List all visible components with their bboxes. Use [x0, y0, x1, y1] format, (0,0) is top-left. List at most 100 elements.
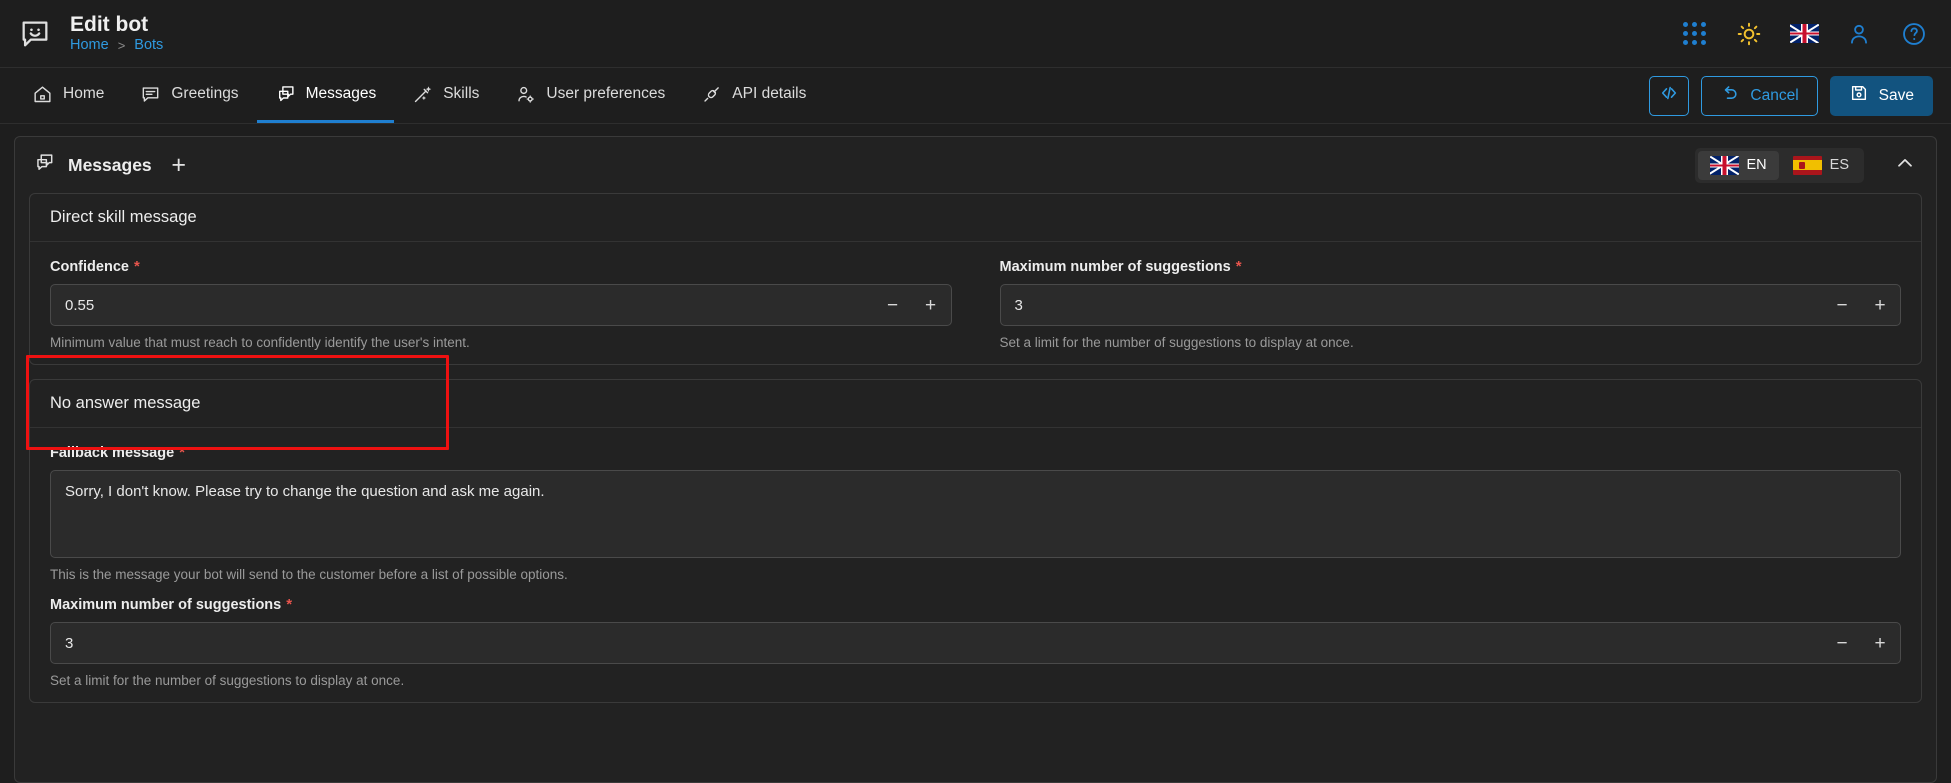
fallback-message-label: Fallback message *: [50, 444, 1901, 461]
breadcrumb-bots-link[interactable]: Bots: [134, 37, 163, 54]
messages-panel-title-label: Messages: [68, 154, 152, 175]
language-option-es[interactable]: ES: [1781, 151, 1861, 180]
plug-connector-icon: [701, 84, 722, 105]
language-switcher: EN ES: [1694, 147, 1864, 183]
speech-bubble-icon: [140, 84, 161, 105]
help-question-icon[interactable]: [1899, 19, 1929, 49]
confidence-increment-button[interactable]: +: [915, 288, 947, 322]
confidence-stepper: − +: [877, 288, 947, 322]
confidence-input-wrapper[interactable]: − +: [50, 284, 952, 326]
tab-greetings[interactable]: Greetings: [122, 68, 256, 123]
required-asterisk: *: [286, 596, 293, 613]
max-suggestions-field-group-1: Maximum number of suggestions * − + Se: [976, 258, 1902, 350]
nav-action-buttons: Cancel Save: [1649, 68, 1933, 123]
max-suggestions-input-wrapper-1[interactable]: − +: [999, 284, 1901, 326]
messages-panel: Messages + EN ES Direct skill message Co…: [14, 136, 1937, 783]
top-header-bar: Edit bot Home > Bots: [0, 0, 1951, 68]
no-answer-message-card: No answer message Fallback message * Sor…: [29, 379, 1922, 703]
main-navigation-bar: Home Greetings Messages Skills User pref…: [0, 68, 1951, 124]
breadcrumb-separator: >: [117, 37, 126, 53]
uk-flag-icon[interactable]: [1789, 19, 1819, 49]
language-option-en[interactable]: EN: [1697, 150, 1779, 180]
floppy-disk-icon: [1849, 83, 1869, 108]
messages-panel-body: Direct skill message Confidence * −: [15, 193, 1936, 731]
page-title: Edit bot: [70, 12, 149, 36]
spain-flag-icon: [1792, 155, 1822, 175]
tab-user-preferences[interactable]: User preferences: [497, 68, 683, 123]
user-gear-icon: [515, 84, 536, 105]
fallback-message-helper-text: This is the message your bot will send t…: [50, 567, 568, 582]
confidence-label-text: Confidence: [50, 259, 129, 275]
max-suggestions-increment-button-1[interactable]: +: [1864, 288, 1896, 322]
no-answer-message-card-body: Fallback message * Sorry, I don't know. …: [30, 428, 1921, 702]
apps-grid-icon[interactable]: [1679, 19, 1709, 49]
add-message-button[interactable]: +: [166, 152, 192, 178]
required-asterisk: *: [133, 258, 140, 275]
max-suggestions-helper-text-1: Set a limit for the number of suggestion…: [999, 335, 1354, 350]
magic-wand-icon: [412, 84, 433, 105]
sun-theme-icon[interactable]: [1734, 19, 1764, 49]
max-suggestions-decrement-button-2[interactable]: −: [1826, 626, 1858, 660]
cancel-button[interactable]: Cancel: [1701, 75, 1818, 116]
collapse-panel-button[interactable]: [1890, 150, 1920, 180]
tab-home[interactable]: Home: [14, 68, 122, 123]
required-asterisk: *: [1235, 258, 1242, 275]
max-suggestions-input-wrapper-2[interactable]: − +: [50, 622, 1901, 664]
max-suggestions-increment-button-2[interactable]: +: [1864, 626, 1896, 660]
tab-skills-label: Skills: [443, 85, 480, 102]
uk-flag-icon: [1709, 155, 1739, 175]
tab-greetings-label: Greetings: [171, 85, 239, 102]
tab-api-details[interactable]: API details: [683, 68, 824, 123]
confidence-helper-text: Minimum value that must reach to confide…: [50, 335, 470, 350]
confidence-decrement-button[interactable]: −: [877, 288, 909, 322]
breadcrumb-home-link[interactable]: Home: [70, 37, 109, 54]
direct-skill-message-card-title: Direct skill message: [30, 194, 1921, 242]
undo-arrow-icon: [1720, 83, 1740, 108]
fallback-message-textarea-wrapper[interactable]: Sorry, I don't know. Please try to chang…: [50, 470, 1901, 558]
language-option-es-label: ES: [1829, 157, 1849, 173]
messages-panel-header: Messages + EN ES: [15, 137, 1936, 193]
messages-panel-title: Messages: [33, 152, 152, 179]
tab-home-label: Home: [63, 85, 105, 102]
confidence-field-group: Confidence * − + Minimum value that mu: [50, 258, 976, 350]
save-button[interactable]: Save: [1829, 75, 1933, 116]
tab-user-preferences-label: User preferences: [546, 85, 666, 102]
fallback-message-label-text: Fallback message: [50, 445, 175, 461]
chat-bubble-smiley-icon: [14, 13, 56, 55]
language-option-en-label: EN: [1746, 157, 1767, 173]
max-suggestions-label-1: Maximum number of suggestions *: [1000, 258, 1902, 275]
max-suggestions-stepper-1: − +: [1826, 288, 1896, 322]
direct-skill-message-card-body: Confidence * − + Minimum value that mu: [30, 242, 1921, 364]
required-asterisk: *: [179, 444, 185, 461]
save-button-label: Save: [1878, 86, 1914, 104]
max-suggestions-stepper-2: − +: [1826, 626, 1896, 660]
double-speech-bubble-icon: [275, 84, 296, 105]
tab-api-details-label: API details: [732, 85, 807, 102]
double-speech-bubble-icon: [33, 152, 55, 179]
tab-messages-label: Messages: [305, 85, 377, 102]
fallback-message-textarea[interactable]: Sorry, I don't know. Please try to chang…: [65, 481, 1886, 547]
header-icon-group: [1679, 19, 1929, 49]
max-suggestions-decrement-button-1[interactable]: −: [1826, 288, 1858, 322]
max-suggestions-label-text-2: Maximum number of suggestions: [50, 597, 282, 613]
direct-skill-message-card: Direct skill message Confidence * −: [29, 193, 1922, 365]
max-suggestions-input-2[interactable]: [65, 634, 1826, 652]
cancel-button-label: Cancel: [1750, 86, 1799, 104]
code-brackets-icon: [1659, 83, 1679, 108]
nav-tab-list: Home Greetings Messages Skills User pref…: [14, 68, 824, 123]
breadcrumb: Home > Bots: [70, 37, 163, 54]
max-suggestions-label-2: Maximum number of suggestions *: [50, 596, 1901, 613]
code-view-button[interactable]: [1649, 75, 1690, 116]
max-suggestions-helper-text-2: Set a limit for the number of suggestion…: [50, 673, 405, 688]
tab-skills[interactable]: Skills: [394, 68, 497, 123]
confidence-input[interactable]: [65, 296, 877, 314]
chevron-up-icon: [1894, 152, 1916, 179]
direct-skill-field-row: Confidence * − + Minimum value that mu: [50, 258, 1901, 350]
content-area: Messages + EN ES Direct skill message Co…: [0, 124, 1951, 783]
confidence-label: Confidence *: [50, 258, 952, 275]
tab-messages[interactable]: Messages: [256, 68, 395, 123]
user-account-icon[interactable]: [1844, 19, 1874, 49]
home-icon: [32, 84, 53, 105]
max-suggestions-input-1[interactable]: [1014, 296, 1826, 314]
